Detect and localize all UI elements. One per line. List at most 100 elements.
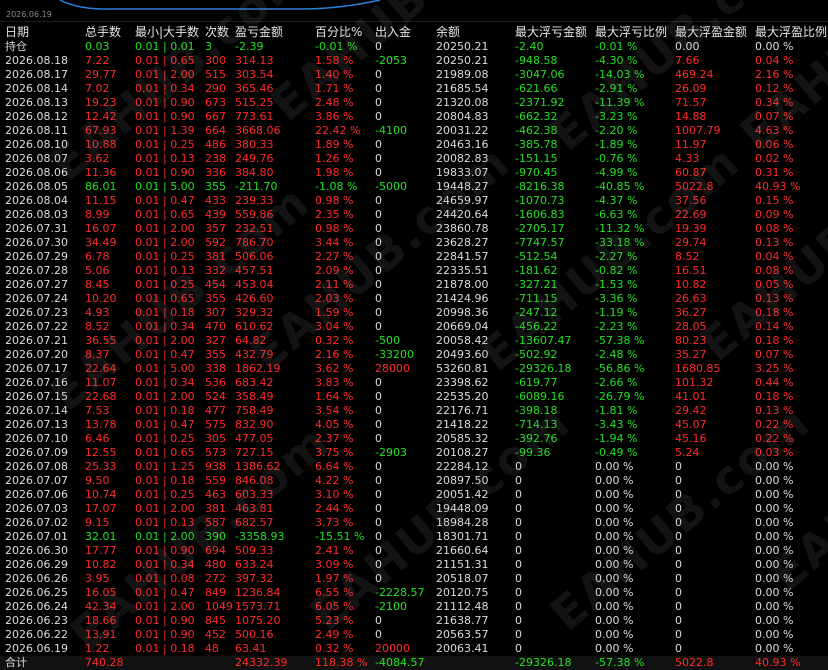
header-max-float-profit[interactable]: 最大浮盈金额 (675, 24, 751, 40)
header-pnl[interactable]: 盈亏金额 (235, 24, 311, 40)
header-max-float-loss-pct[interactable]: 最大浮亏比例 (595, 24, 671, 40)
cell-max-float-loss: 0 (515, 614, 522, 627)
table-row[interactable]: 2026.07.17 22.64 0.01 | 5.00 338 1862.19 3.62… (0, 362, 828, 376)
table-row[interactable]: 2026.07.27 8.45 0.01 | 0.25 454 453.04 2.11 %… (0, 278, 828, 292)
table-row[interactable]: 2026.07.20 8.37 0.01 | 0.47 355 432.79 2.16 %… (0, 348, 828, 362)
header-total-lots[interactable]: 总手数 (85, 24, 133, 40)
cell-max-float-loss-pct: -2.27 % (595, 250, 638, 263)
table-row[interactable]: 2026.07.15 22.68 0.01 | 2.00 524 358.49 1.64 … (0, 390, 828, 404)
table-row[interactable]: 2026.08.10 10.88 0.01 | 0.25 486 380.33 1.89 … (0, 138, 828, 152)
table-row[interactable]: 2026.06.29 10.82 0.01 | 0.34 480 633.24 3.09 … (0, 558, 828, 572)
cell-total-lots: 13.78 (85, 418, 117, 431)
table-row[interactable]: 2026.07.14 7.53 0.01 | 0.18 477 758.49 3.54 %… (0, 404, 828, 418)
header-balance[interactable]: 余额 (436, 24, 512, 40)
header-min-max-lots[interactable]: 最小|大手数 (135, 24, 201, 40)
table-row[interactable]: 2026.08.05 86.01 0.01 | 5.00 355 -211.70 -1.0… (0, 180, 828, 194)
cell-deposit-withdraw: 0 (375, 474, 382, 487)
table-row[interactable]: 2026.08.13 19.23 0.01 | 0.90 673 515.25 2.48 … (0, 96, 828, 110)
cell-deposit-withdraw: 0 (375, 418, 382, 431)
table-row[interactable]: 2026.08.12 12.42 0.01 | 0.90 667 773.61 3.86 … (0, 110, 828, 124)
cell-max-float-loss: -970.45 (515, 166, 558, 179)
table-row[interactable]: 2026.07.01 32.01 0.01 | 2.00 390 -3358.93 -15… (0, 530, 828, 544)
table-row[interactable]: 2026.06.22 13.91 0.01 | 0.90 452 500.16 2.49 … (0, 628, 828, 642)
table-row[interactable]: 2026.07.23 4.93 0.01 | 0.18 307 329.32 1.59 %… (0, 306, 828, 320)
cell-min-max-lots: 0.01 | 5.00 (135, 362, 195, 375)
cell-max-float-loss: -8216.38 (515, 180, 565, 193)
cell-min-max-lots: 0.01 | 2.00 (135, 334, 195, 347)
table-row[interactable]: 2026.08.06 11.36 0.01 | 0.90 336 384.80 1.98 … (0, 166, 828, 180)
header-percent[interactable]: 百分比% (315, 24, 371, 40)
cell-max-float-profit-pct: 0.00 % (755, 572, 794, 585)
table-row[interactable]: 2026.07.24 10.20 0.01 | 0.65 355 426.60 2.03 … (0, 292, 828, 306)
cell-max-float-profit-pct: 0.00 % (755, 488, 794, 501)
table-row[interactable]: 2026.08.11 67.93 0.01 | 1.39 664 3668.06 22.4… (0, 124, 828, 138)
cell-balance: 20058.42 (436, 334, 489, 347)
cell-deposit-withdraw: -2053 (375, 54, 407, 67)
cell-total-lots: 11.07 (85, 376, 117, 389)
cell-date: 2026.07.03 (5, 502, 68, 515)
cell-balance: 20031.22 (436, 124, 489, 137)
cell-deposit-withdraw: 0 (375, 460, 382, 473)
cell-max-float-profit: 26.63 (675, 292, 707, 305)
table-row[interactable]: 2026.08.17 29.77 0.01 | 2.00 515 303.54 1.40 … (0, 68, 828, 82)
cell-max-float-loss: -1070.73 (515, 194, 565, 207)
table-row[interactable]: 2026.07.07 9.50 0.01 | 0.18 559 846.08 4.22 %… (0, 474, 828, 488)
table-row[interactable]: 2026.07.03 17.07 0.01 | 2.00 381 463.81 2.44 … (0, 502, 828, 516)
table-row[interactable]: 2026.06.23 18.66 0.01 | 0.90 845 1075.20 5.23… (0, 614, 828, 628)
table-row[interactable]: 2026.06.30 17.77 0.01 | 0.90 694 509.33 2.41 … (0, 544, 828, 558)
table-row[interactable]: 2026.07.13 13.78 0.01 | 0.47 575 832.90 4.05 … (0, 418, 828, 432)
table-row[interactable]: 2026.07.28 5.06 0.01 | 0.13 332 457.51 2.09 %… (0, 264, 828, 278)
cell-date: 2026.07.10 (5, 432, 68, 445)
table-row[interactable]: 2026.07.09 12.55 0.01 | 0.65 573 727.15 3.75 … (0, 446, 828, 460)
equity-curve (59, 0, 381, 10)
cell-count: 355 (205, 292, 226, 305)
cell-date: 2026.07.24 (5, 292, 68, 305)
table-row[interactable]: 2026.07.29 6.78 0.01 | 0.25 381 506.06 2.27 %… (0, 250, 828, 264)
header-max-float-loss[interactable]: 最大浮亏金额 (515, 24, 591, 40)
cell-max-float-loss-pct: -1.81 % (595, 404, 638, 417)
table-row[interactable]: 2026.06.26 3.95 0.01 | 0.08 272 397.32 1.97 %… (0, 572, 828, 586)
table-row[interactable]: 2026.07.21 36.55 0.01 | 2.00 327 64.82 0.32 %… (0, 334, 828, 348)
table-row[interactable]: 2026.06.19 1.22 0.01 | 0.18 48 63.41 0.32 % 20… (0, 642, 828, 656)
table-row[interactable]: 2026.07.02 9.15 0.01 | 0.13 587 682.57 3.73 %… (0, 516, 828, 530)
header-date[interactable]: 日期 (5, 24, 81, 40)
cell-total-lots: 32.01 (85, 530, 117, 543)
cell-pnl: 303.54 (235, 68, 274, 81)
cell-max-float-loss: 0 (515, 586, 522, 599)
cell-pnl: -211.70 (235, 180, 278, 193)
table-row[interactable]: 2026.08.18 7.22 0.01 | 0.65 300 314.13 1.58 %… (0, 54, 828, 68)
cell-max-float-loss: 0 (515, 544, 522, 557)
table-row[interactable]: 2026.07.31 16.07 0.01 | 2.00 357 232.51 0.98 … (0, 222, 828, 236)
cell-min-max-lots: 0.01 | 0.90 (135, 628, 195, 641)
divider (0, 21, 828, 22)
header-max-float-profit-pct[interactable]: 最大浮盈比例 (755, 24, 827, 40)
table-row[interactable]: 2026.06.24 42.34 0.01 | 2.00 1049 1573.71 6.0… (0, 600, 828, 614)
table-row[interactable]: 2026.07.22 8.52 0.01 | 0.34 470 610.62 3.04 %… (0, 320, 828, 334)
cell-max-float-loss-pct: -4.99 % (595, 166, 638, 179)
table-row[interactable]: 2026.07.30 34.49 0.01 | 2.00 592 786.70 3.44 … (0, 236, 828, 250)
cell-pnl: 515.25 (235, 96, 274, 109)
cell-min-max-lots: 0.01 | 0.90 (135, 96, 195, 109)
cell-min-max-lots: 0.01 | 2.00 (135, 390, 195, 403)
cell-total-lots: 5.06 (85, 264, 110, 277)
cell-date: 2026.07.02 (5, 516, 68, 529)
header-deposit-withdraw[interactable]: 出入金 (375, 24, 431, 40)
table-row[interactable]: 2026.08.04 11.15 0.01 | 0.47 433 239.33 0.98 … (0, 194, 828, 208)
cell-max-float-profit: 19.39 (675, 222, 707, 235)
table-row[interactable]: 2026.07.16 11.07 0.01 | 0.34 536 683.42 3.83 … (0, 376, 828, 390)
table-row[interactable]: 2026.07.10 6.46 0.01 | 0.25 305 477.05 2.37 %… (0, 432, 828, 446)
table-row[interactable]: 2026.07.08 25.33 0.01 | 1.25 938 1386.62 6.64… (0, 460, 828, 474)
cell-min-max-lots: 0.01 | 1.39 (135, 124, 195, 137)
cell-deposit-withdraw: 0 (375, 516, 382, 529)
table-row[interactable]: 2026.08.03 8.99 0.01 | 0.65 439 559.86 2.35 %… (0, 208, 828, 222)
cell-percent: 1.40 % (315, 68, 354, 81)
table-row[interactable]: 2026.08.14 7.02 0.01 | 0.34 290 365.46 1.71 %… (0, 82, 828, 96)
table-row[interactable]: 2026.08.07 3.62 0.01 | 0.13 238 249.76 1.26 %… (0, 152, 828, 166)
header-count[interactable]: 次数 (205, 24, 233, 40)
cell-max-float-profit-pct: 0.44 % (755, 376, 794, 389)
table-row[interactable]: 2026.06.25 16.05 0.01 | 0.47 849 1236.84 6.55… (0, 586, 828, 600)
position-row[interactable]: 持仓 0.03 0.01 | 0.01 3 -2.39 -0.01 % 0 20250.21 -… (0, 40, 828, 54)
table-row[interactable]: 2026.07.06 10.74 0.01 | 0.25 463 603.33 3.10 … (0, 488, 828, 502)
cell-pnl: 314.13 (235, 54, 274, 67)
cell-pnl: 365.46 (235, 82, 274, 95)
